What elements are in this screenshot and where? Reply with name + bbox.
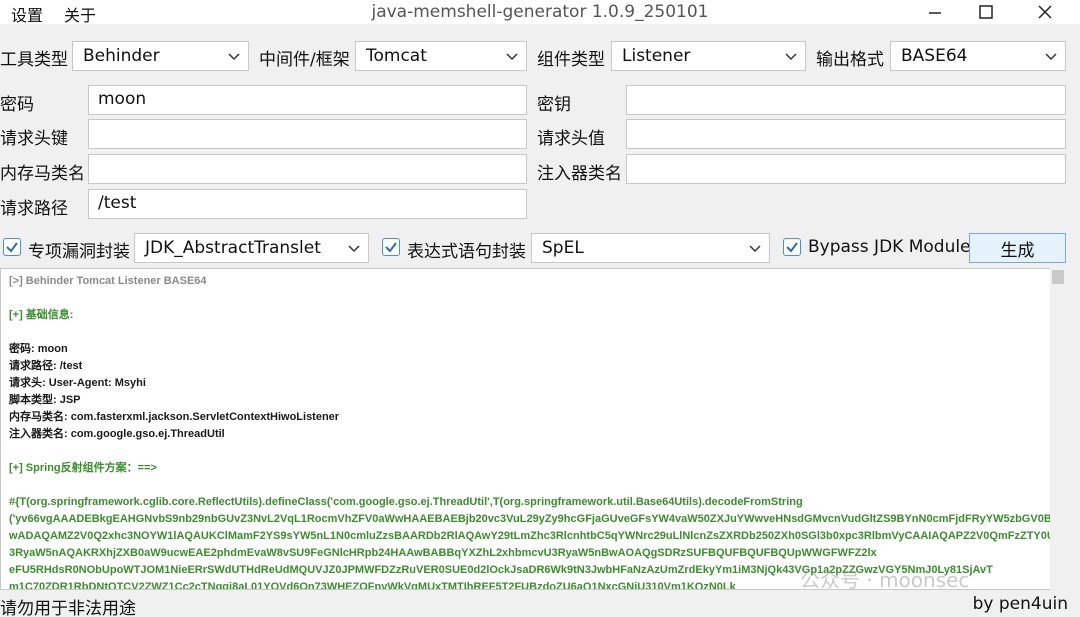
key-label: 密钥	[537, 95, 571, 115]
output-format-select[interactable]: BASE64	[890, 41, 1066, 71]
maximize-button[interactable]	[963, 0, 1009, 24]
tool-type-label: 工具类型	[0, 50, 68, 70]
maximize-icon	[979, 5, 993, 19]
expr-wrap-value: SpEL	[542, 238, 584, 258]
injector-class-label: 注入器类名	[537, 164, 622, 184]
spring-title: [+] Spring反射组件方案：==>	[9, 462, 157, 474]
component-type-value: Listener	[622, 46, 691, 66]
expr-wrap-label: 表达式语句封装	[407, 242, 526, 262]
password-label: 密码	[0, 95, 34, 115]
info-line: 请求头: User-Agent: Msyhi	[9, 377, 146, 389]
shell-class-label: 内存马类名	[0, 164, 85, 184]
chevron-down-icon	[1045, 53, 1057, 61]
path-label: 请求路径	[0, 199, 68, 219]
path-input[interactable]: /test	[88, 189, 527, 219]
info-line: 请求路径: /test	[9, 360, 83, 372]
password-value: moon	[98, 89, 147, 109]
output-format-value: BASE64	[901, 46, 968, 66]
expr-wrap-select[interactable]: SpEL	[531, 233, 770, 263]
bypass-jdk-checkbox[interactable]	[783, 238, 801, 256]
info-line: 注入器类名: com.google.gso.ej.ThreadUtil	[9, 428, 225, 440]
minimize-button[interactable]	[912, 0, 958, 24]
watermark: 公众号 · moonsec	[800, 568, 970, 592]
minimize-icon	[929, 12, 941, 14]
vuln-wrap-checkbox[interactable]	[3, 238, 21, 256]
header-value-input[interactable]	[626, 119, 1066, 149]
component-type-select[interactable]: Listener	[611, 41, 806, 71]
middleware-label: 中间件/框架	[259, 50, 350, 70]
header-key-input[interactable]	[88, 119, 527, 149]
vuln-wrap-label: 专项漏洞封装	[28, 242, 130, 262]
chevron-down-icon	[348, 245, 360, 253]
vuln-wrap-value: JDK_AbstractTranslet	[145, 238, 321, 258]
injector-class-input[interactable]	[626, 154, 1066, 184]
payload-line: #{T(org.springframework.cglib.core.Refle…	[9, 496, 803, 508]
tool-type-select[interactable]: Behinder	[72, 41, 249, 71]
vuln-wrap-select[interactable]: JDK_AbstractTranslet	[134, 233, 369, 263]
menu-about[interactable]: 关于	[64, 2, 96, 26]
status-author: by pen4uin	[972, 594, 1068, 614]
checkmark-icon	[6, 242, 18, 253]
chevron-down-icon	[228, 53, 240, 61]
header-value-label: 请求头值	[537, 129, 605, 149]
chevron-down-icon	[749, 245, 761, 253]
key-input[interactable]	[626, 85, 1066, 115]
scroll-thumb[interactable]	[1052, 270, 1064, 284]
tool-type-value: Behinder	[83, 46, 160, 66]
payload-line: ('yv66vgAAADEBkgEAHGNvbS9nb29nbGUvZ3NvL2…	[9, 513, 1055, 559]
close-icon	[1038, 5, 1052, 19]
close-button[interactable]	[1022, 0, 1068, 24]
basic-info-title: [+] 基础信息:	[9, 309, 74, 321]
output-format-label: 输出格式	[816, 50, 884, 70]
status-warning: 请勿用于非法用途	[0, 599, 136, 617]
generate-button[interactable]: 生成	[969, 233, 1066, 263]
output-header: [>] Behinder Tomcat Listener BASE64	[9, 275, 207, 287]
shell-class-input[interactable]	[88, 154, 527, 184]
middleware-select[interactable]: Tomcat	[355, 41, 527, 71]
output-textarea[interactable]: [>] Behinder Tomcat Listener BASE64 [+] …	[0, 268, 1066, 590]
component-type-label: 组件类型	[537, 50, 605, 70]
header-key-label: 请求头键	[0, 129, 68, 149]
menu-settings[interactable]: 设置	[11, 2, 43, 26]
middleware-value: Tomcat	[366, 46, 427, 66]
checkmark-icon	[786, 242, 798, 253]
bypass-jdk-label: Bypass JDK Module	[808, 237, 971, 257]
info-line: 密码: moon	[9, 343, 68, 355]
info-line: 脚本类型: JSP	[9, 394, 81, 406]
expr-wrap-checkbox[interactable]	[382, 238, 400, 256]
info-line: 内存马类名: com.fasterxml.jackson.ServletCont…	[9, 411, 340, 423]
chevron-down-icon	[506, 53, 518, 61]
title-bar: 设置 关于 java-memshell-generator 1.0.9_2501…	[0, 0, 1080, 26]
checkmark-icon	[385, 242, 397, 253]
window-title: java-memshell-generator 1.0.9_250101	[371, 2, 709, 22]
chevron-down-icon	[785, 53, 797, 61]
output-scrollbar[interactable]	[1050, 268, 1066, 590]
path-value: /test	[98, 193, 137, 213]
status-bar: 请勿用于非法用途 by pen4uin	[0, 592, 1080, 617]
password-input[interactable]: moon	[88, 85, 527, 115]
